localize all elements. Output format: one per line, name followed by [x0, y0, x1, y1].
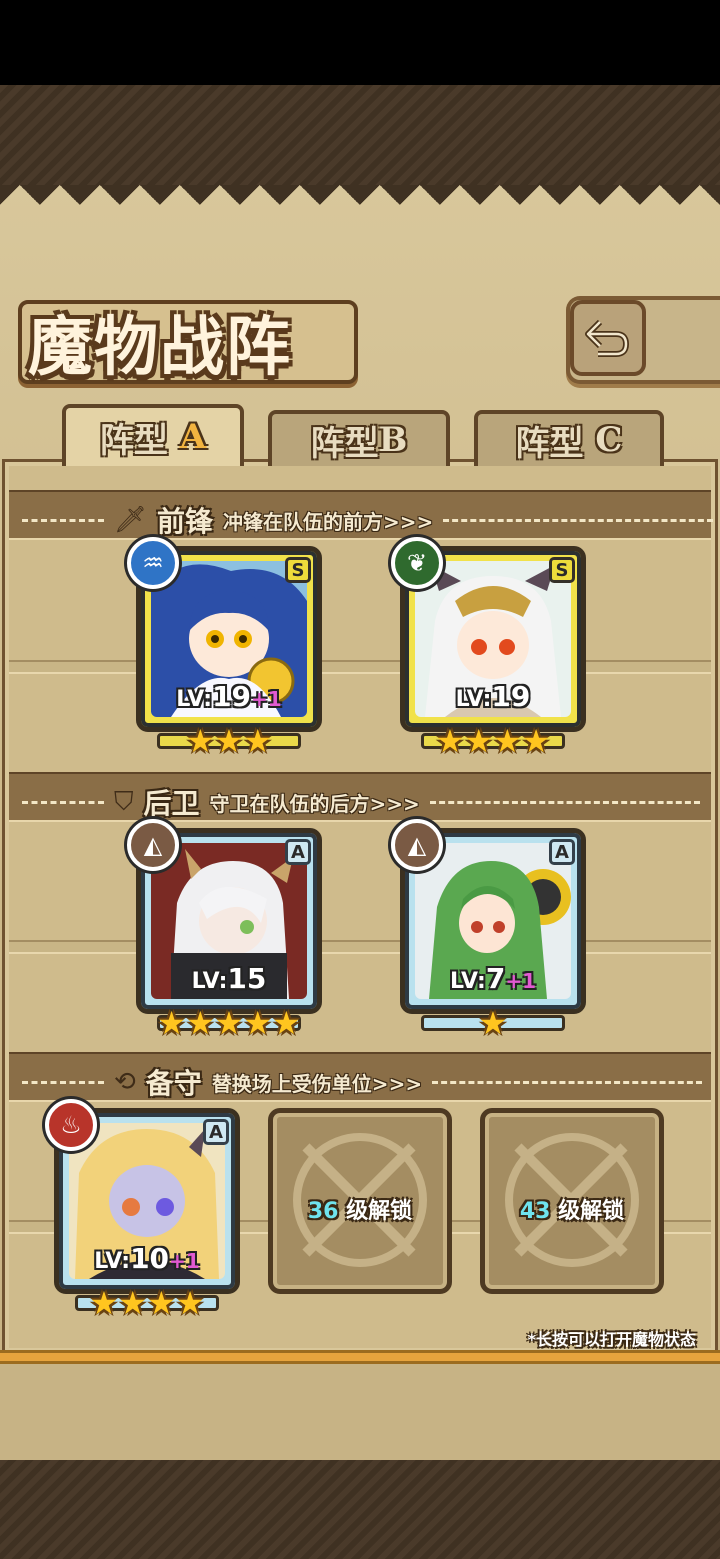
earth-icon: ◭	[391, 819, 443, 871]
section-header-back: ⛉ 后卫 守卫在队伍的后方>>>	[22, 782, 700, 822]
unit-card-back-1[interactable]: ◭ A LV:15 ★★★★★	[127, 819, 322, 1039]
unit-level: LV:19+1	[141, 680, 317, 713]
unit-card-front-1[interactable]: ♒ S LV:19+1 ★★★	[127, 537, 322, 757]
star-rating: ★★★★	[89, 1284, 205, 1322]
sword-icon: 🗡	[114, 505, 148, 535]
unlock-suffix: 级解锁	[558, 1199, 625, 1224]
rank-badge: A	[203, 1119, 229, 1145]
unlock-label: 43 级解锁	[485, 1193, 659, 1225]
rank-badge: S	[549, 557, 575, 583]
unlock-suffix: 级解锁	[346, 1199, 413, 1224]
unit-card-back-2[interactable]: ◭ A LV:7+1 ★	[391, 819, 586, 1039]
section-title: 备守	[145, 1067, 202, 1100]
map-background-top	[0, 85, 720, 185]
tab-formation-c[interactable]: 阵型 C	[474, 410, 664, 466]
lv-prefix: LV:	[455, 687, 492, 712]
lv-prefix: LV:	[94, 1249, 131, 1274]
rank-badge: A	[549, 839, 575, 865]
unit-level: LV:19	[405, 680, 581, 713]
unit-card-front-2[interactable]: ❦ S LV:19 ★★★★	[391, 537, 586, 757]
shield-icon: ⛉	[114, 786, 134, 817]
unlock-label: 36 级解锁	[273, 1193, 447, 1225]
section-desc: 替换场上受伤单位>>>	[211, 1071, 423, 1096]
tab-letter: B	[378, 420, 408, 460]
section-desc: 冲锋在队伍的前方>>>	[223, 509, 434, 534]
unlock-level: 43	[519, 1199, 551, 1224]
dash-divider	[22, 518, 104, 522]
tab-formation-b[interactable]: 阵型 B	[268, 410, 450, 466]
leaf-icon: ❦	[391, 537, 443, 589]
dash-divider	[432, 1080, 703, 1084]
unlock-level: 36	[307, 1199, 339, 1224]
fire-icon: ♨	[45, 1099, 97, 1151]
dash-divider	[429, 800, 700, 804]
star-rating: ★★★★★	[157, 1004, 301, 1042]
section-header-front: 🗡 前锋 冲锋在队伍的前方>>>	[22, 500, 714, 540]
lv-prefix: LV:	[191, 969, 228, 994]
section-title: 前锋	[157, 505, 214, 538]
level-bonus: +1	[169, 1249, 200, 1273]
water-icon: ♒	[127, 537, 179, 589]
page-title: 魔物战阵	[28, 310, 292, 385]
level-value: 7	[485, 962, 506, 995]
map-lower-zone	[0, 1364, 720, 1460]
unit-card-reserve-1[interactable]: ♨ A LV:10+1 ★★★★	[45, 1099, 240, 1319]
star-rating: ★★★	[185, 722, 273, 760]
unit-level: LV:7+1	[405, 962, 581, 995]
locked-slot-2[interactable]: 43 级解锁	[480, 1108, 664, 1294]
level-value: 19	[491, 680, 531, 713]
long-press-hint: *长按可以打开魔物状态	[527, 1330, 696, 1349]
star-rating: ★★★★	[435, 722, 551, 760]
tab-letter: A	[179, 417, 207, 457]
section-title: 后卫	[143, 787, 200, 820]
unit-level: LV:10+1	[59, 1242, 235, 1275]
slot-rail	[9, 660, 711, 674]
dash-divider	[22, 800, 104, 804]
tab-label: 阵型	[515, 423, 584, 464]
unit-level: LV:15	[141, 962, 317, 995]
tab-letter: C	[595, 420, 623, 460]
back-arrow-icon	[585, 319, 629, 357]
slot-rail	[9, 940, 711, 954]
map-background-bottom	[0, 1460, 720, 1559]
dash-divider	[22, 1080, 104, 1084]
tab-label: 阵型	[99, 420, 168, 461]
formation-tabs: 阵型 A 阵型 B 阵型 C	[10, 404, 710, 466]
tab-label: 阵型	[310, 423, 379, 464]
lv-prefix: LV:	[450, 969, 486, 994]
level-value: 15	[227, 962, 267, 995]
lv-prefix: LV:	[176, 687, 213, 712]
earth-icon: ◭	[127, 819, 179, 871]
section-header-reserve: ⟲ 备守 替换场上受伤单位>>>	[22, 1062, 703, 1102]
level-bonus: +1	[505, 969, 536, 993]
level-value: 19	[212, 680, 252, 713]
dash-divider	[443, 518, 714, 522]
locked-slot-1[interactable]: 36 级解锁	[268, 1108, 452, 1294]
level-bonus: +1	[251, 687, 282, 711]
panel-bottom-strip	[0, 1350, 720, 1364]
status-bar	[0, 0, 720, 85]
rank-badge: S	[285, 557, 311, 583]
rank-badge: A	[285, 839, 311, 865]
swap-icon: ⟲	[114, 1067, 136, 1097]
section-desc: 守卫在队伍的后方>>>	[209, 791, 420, 816]
tab-formation-a[interactable]: 阵型 A	[62, 404, 244, 466]
star-rating: ★	[478, 1004, 508, 1042]
back-button[interactable]	[570, 300, 646, 376]
level-value: 10	[130, 1242, 170, 1275]
